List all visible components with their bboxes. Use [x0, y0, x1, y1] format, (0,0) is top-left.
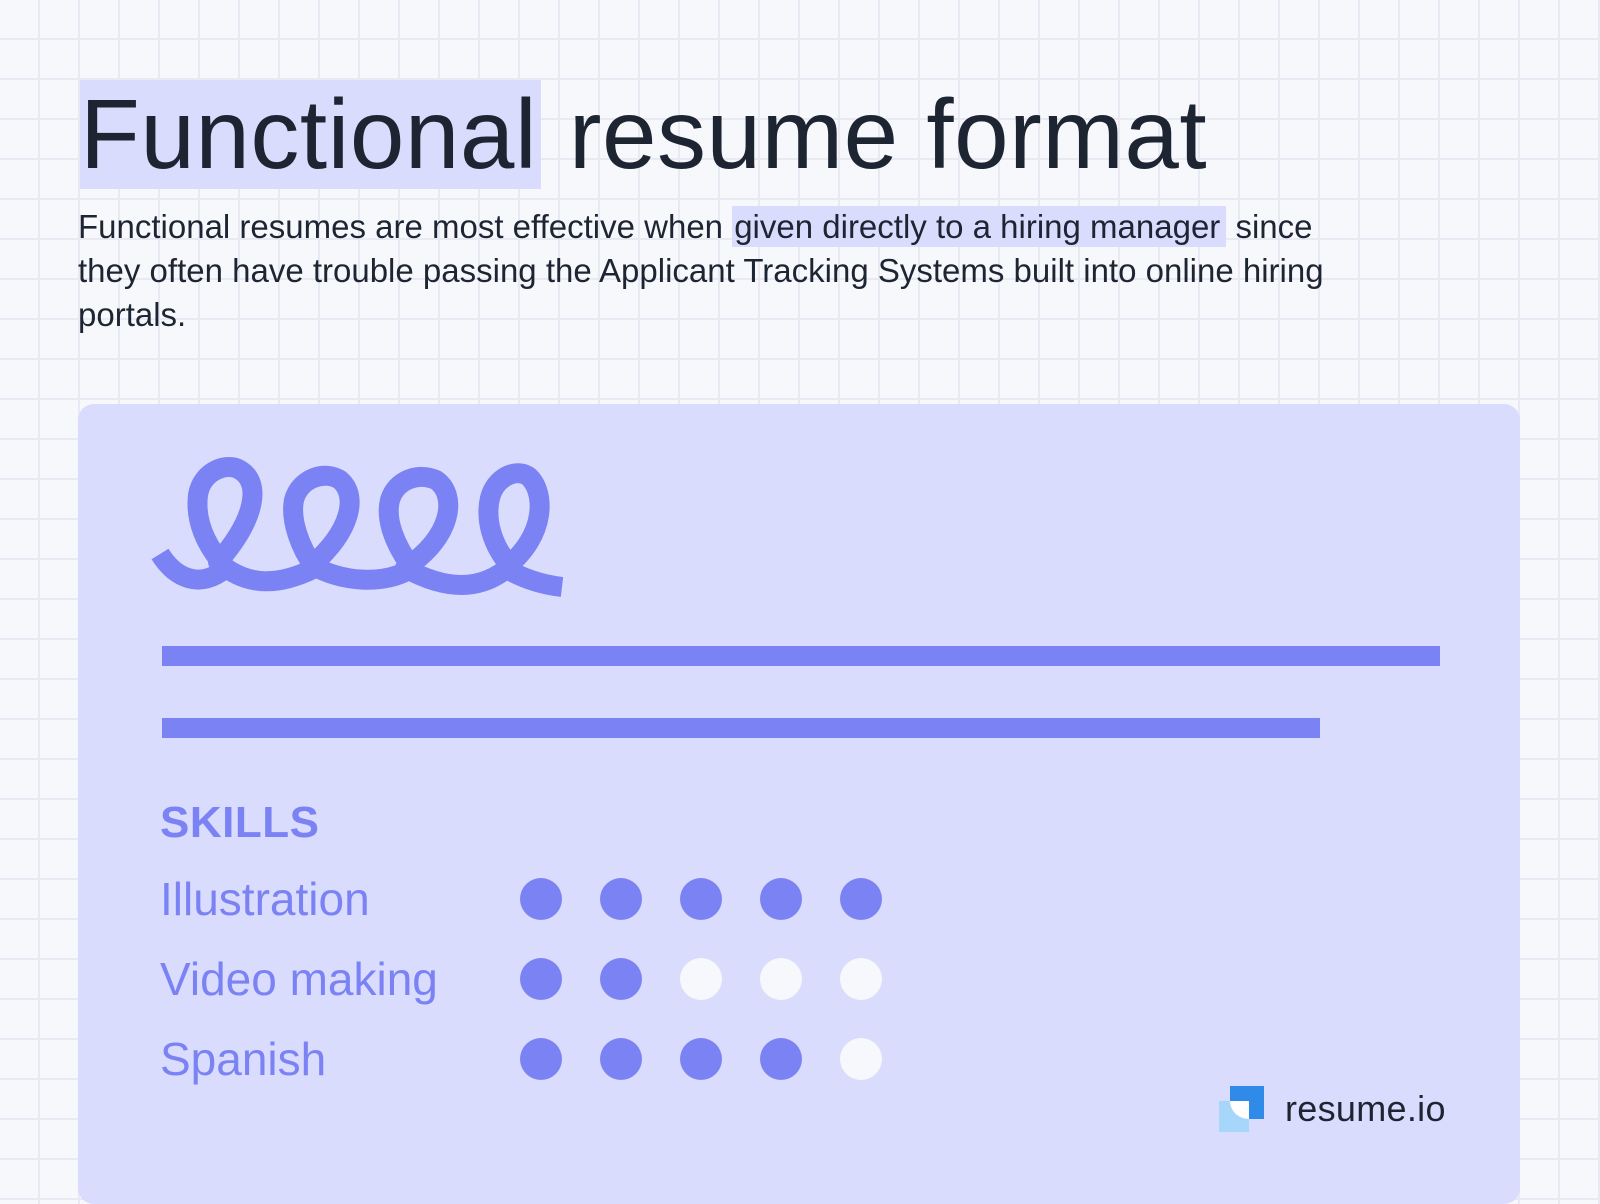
placeholder-text-line-2 — [162, 718, 1320, 738]
brand-name: resume.io — [1285, 1088, 1446, 1129]
subtitle-text-before: Functional resumes are most effective wh… — [78, 208, 733, 245]
skill-level-dot-filled — [680, 878, 722, 920]
skill-level-dot-filled — [520, 1038, 562, 1080]
skill-row: Video making — [160, 949, 900, 1009]
skills-heading: SKILLS — [160, 798, 320, 847]
skill-level-dot-filled — [680, 1038, 722, 1080]
page-title: Functional resume format — [80, 72, 1207, 196]
skill-level-dot-filled — [520, 878, 562, 920]
resume-io-logo-icon — [1219, 1086, 1264, 1132]
skill-level-dot-empty — [840, 1038, 882, 1080]
skill-level-dot-filled — [520, 958, 562, 1000]
placeholder-text-line-1 — [162, 646, 1440, 666]
brand-logo: resume.io — [1219, 1086, 1459, 1132]
skill-level-dot-filled — [760, 878, 802, 920]
skill-name: Illustration — [160, 873, 370, 925]
skill-level-dot-empty — [840, 958, 882, 1000]
skill-level-dot-filled — [600, 878, 642, 920]
subtitle-highlight: given directly to a hiring manager — [732, 206, 1227, 247]
skill-level-dot-empty — [760, 958, 802, 1000]
signature-icon — [151, 457, 564, 597]
skill-level-dot-filled — [600, 1038, 642, 1080]
skill-level-dot-filled — [600, 958, 642, 1000]
skill-row: Spanish — [160, 1029, 900, 1089]
skill-level-dot-filled — [760, 1038, 802, 1080]
title-rest: resume format — [541, 79, 1208, 189]
skill-name: Spanish — [160, 1033, 327, 1085]
skill-level-dot-filled — [840, 878, 882, 920]
skill-row: Illustration — [160, 869, 900, 929]
page-subtitle: Functional resumes are most effective wh… — [78, 205, 1358, 337]
skill-name: Video making — [160, 953, 438, 1005]
skill-level-dot-empty — [680, 958, 722, 1000]
title-highlight: Functional — [80, 80, 542, 189]
